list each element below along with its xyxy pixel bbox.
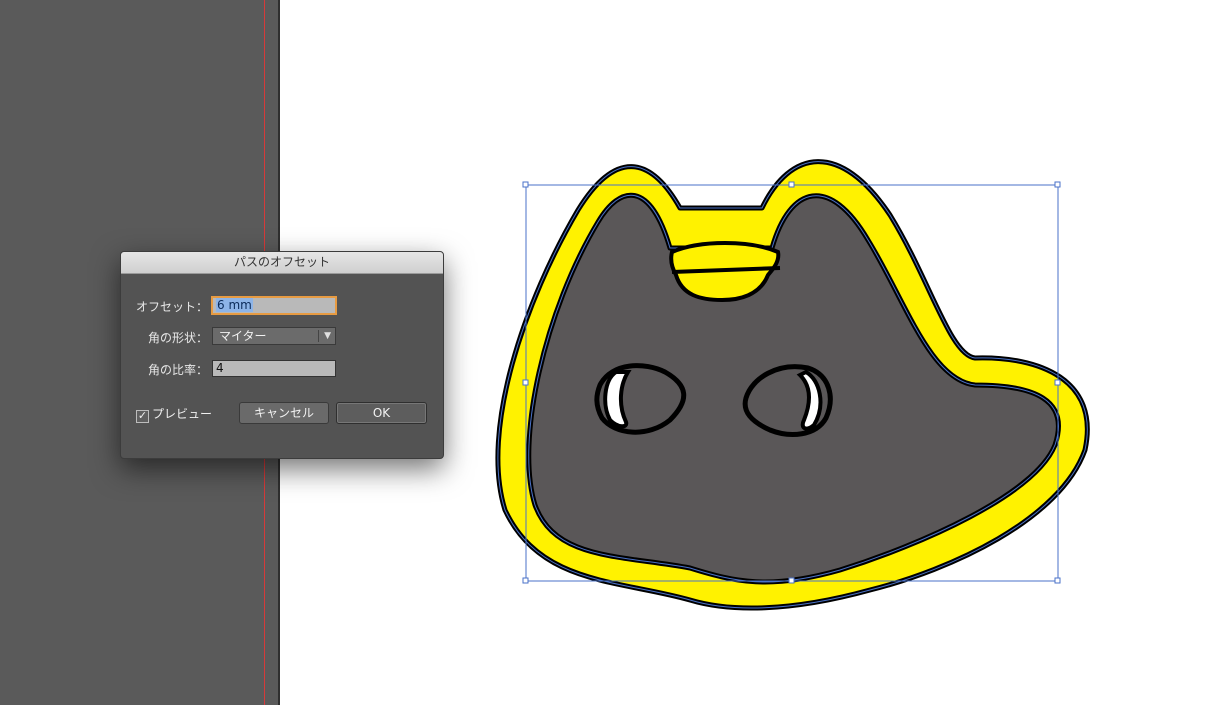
corner-select[interactable]: マイター ▼ (212, 327, 336, 345)
dialog-title[interactable]: パスのオフセット (121, 252, 443, 274)
checkbox-check-icon[interactable]: ✓ (136, 410, 149, 423)
ok-button[interactable]: OK (336, 402, 427, 424)
offset-label: オフセット： (135, 300, 208, 314)
handle-middle-left (522, 379, 529, 386)
handle-middle-right (1054, 379, 1061, 386)
offset-input[interactable]: 6 mm (212, 297, 336, 314)
handle-top-right (1054, 181, 1061, 188)
handle-bottom-left (522, 577, 529, 584)
preview-label: プレビュー (152, 407, 213, 421)
offset-value: 6 mm (216, 298, 253, 312)
handle-bottom-center (788, 577, 795, 584)
corner-label: 角の形状： (147, 331, 208, 345)
miter-limit-input[interactable]: 4 (212, 360, 336, 377)
handle-top-center (788, 181, 795, 188)
chevron-down-icon: ▼ (324, 331, 331, 341)
select-divider (318, 330, 319, 342)
preview-checkbox[interactable]: ✓ プレビュー (136, 405, 212, 423)
handle-bottom-right (1054, 577, 1061, 584)
offset-path-dialog: パスのオフセット (120, 251, 444, 459)
cancel-button[interactable]: キャンセル (239, 402, 329, 424)
handle-top-left (522, 181, 529, 188)
corner-value: マイター (219, 329, 267, 343)
miter-limit-label: 角の比率： (147, 363, 208, 377)
